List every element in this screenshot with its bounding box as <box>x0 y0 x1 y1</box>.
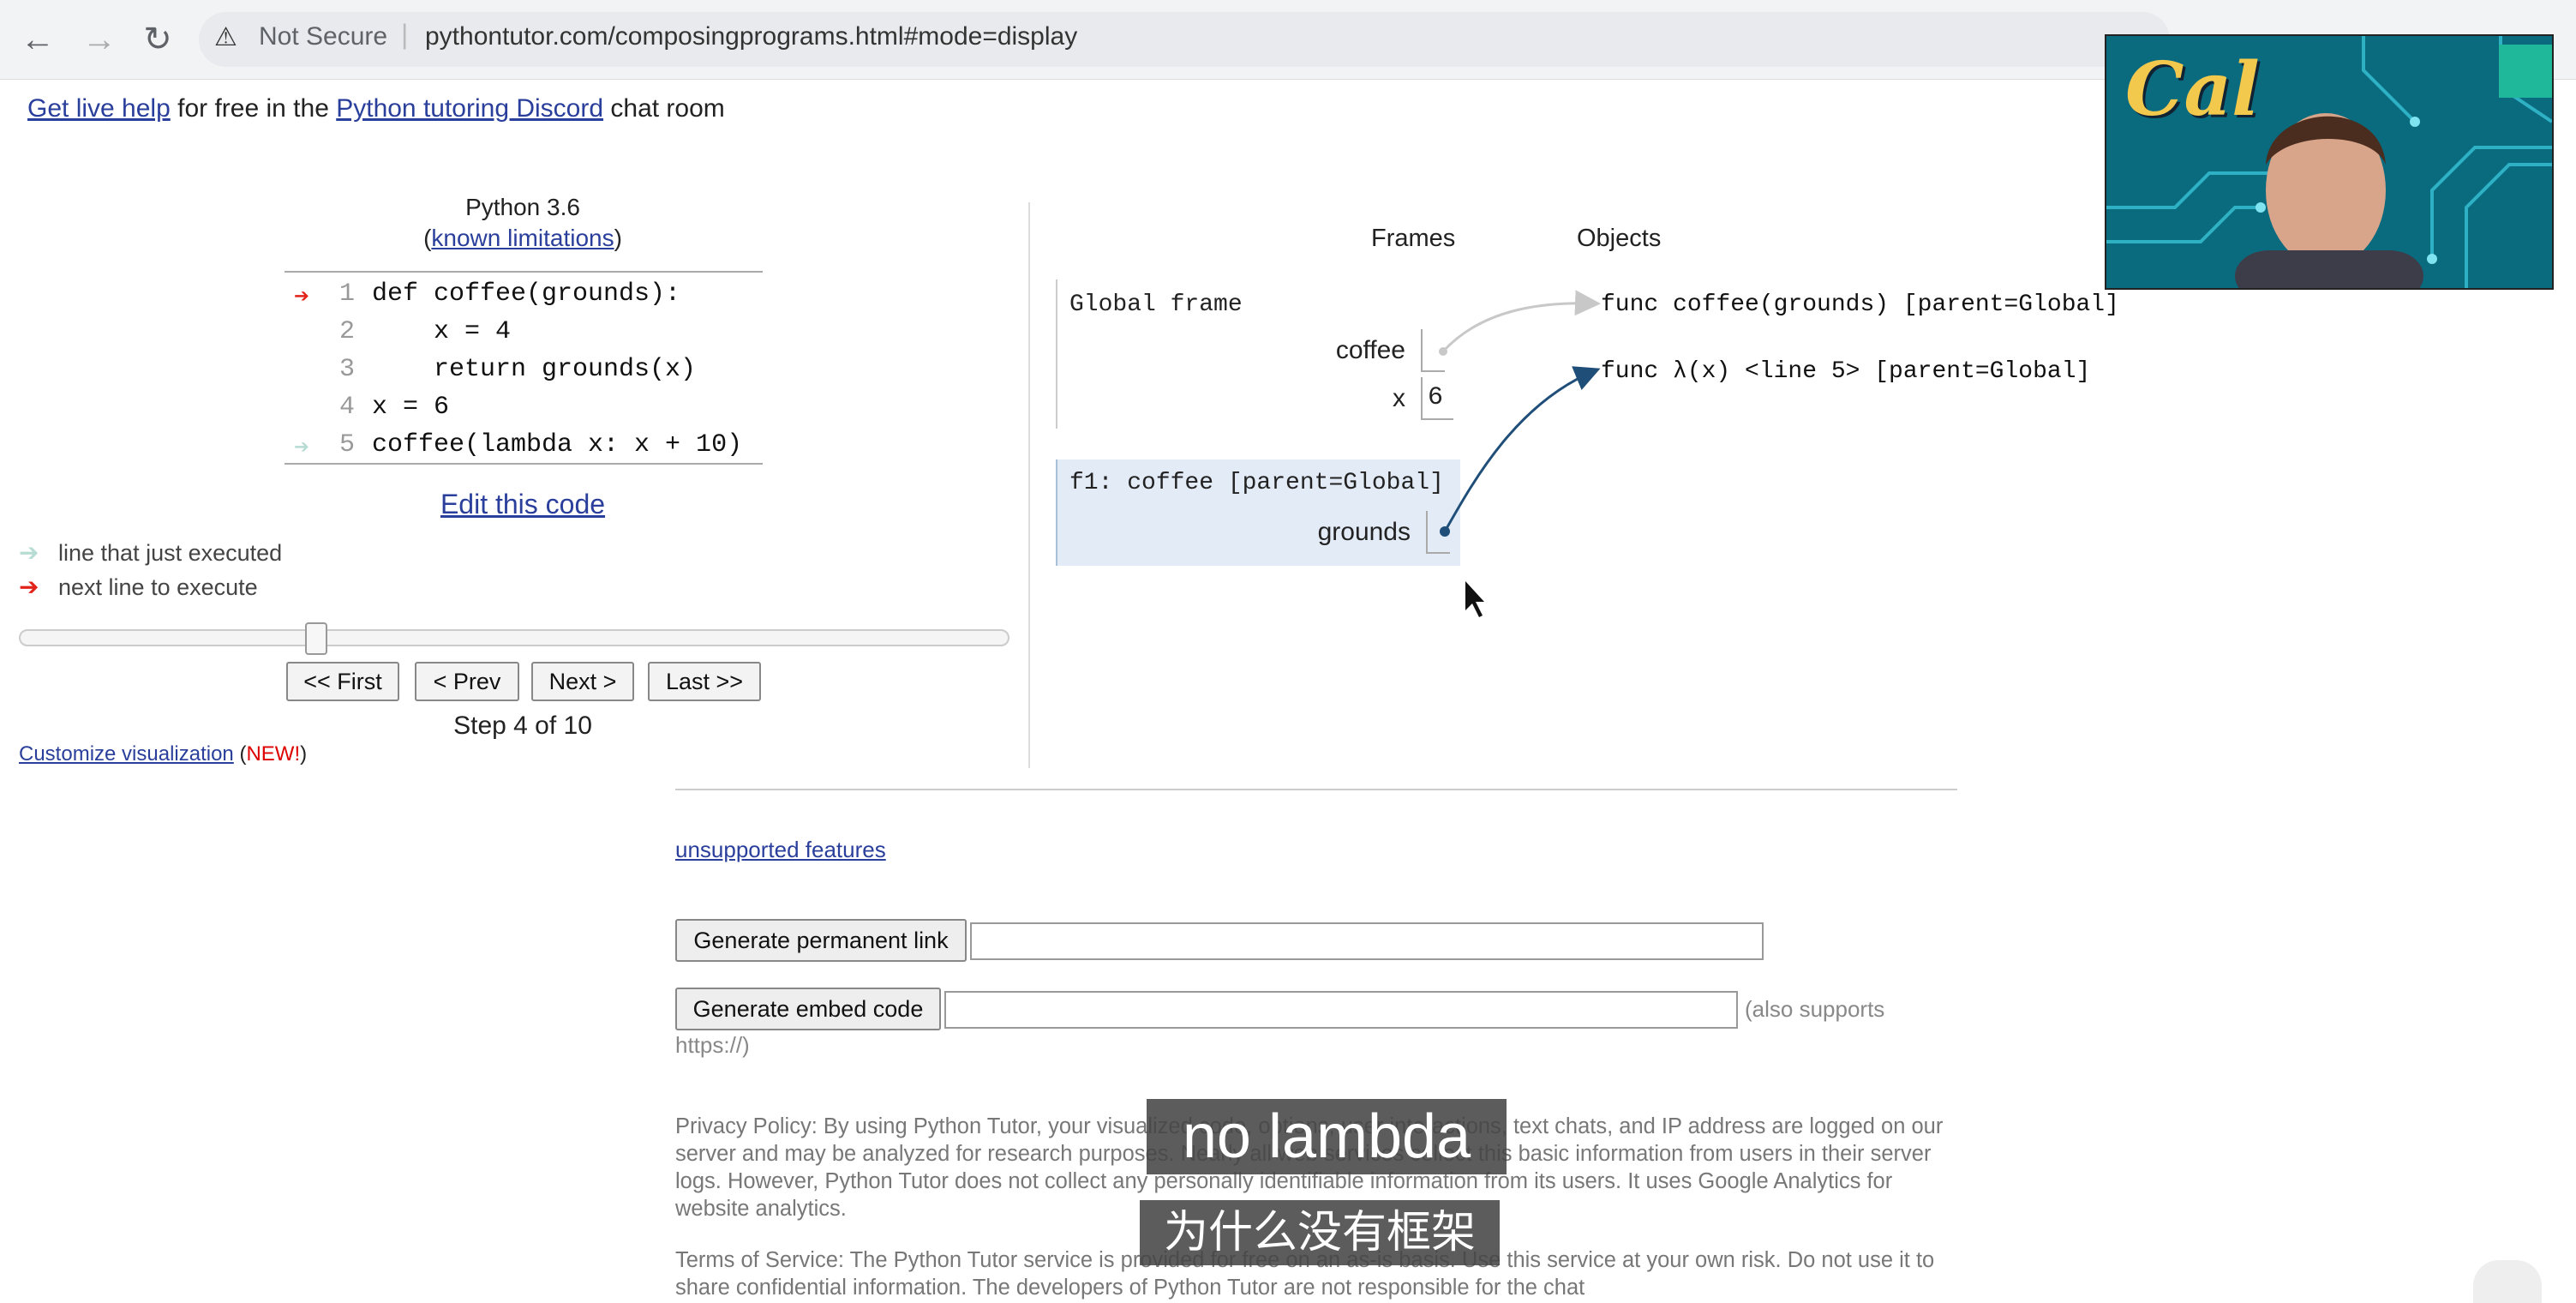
object-func-coffee: func coffee(grounds) [parent=Global] <box>1601 291 2119 318</box>
panel-divider <box>1028 202 1030 768</box>
frames-heading: Frames <box>1371 225 1456 252</box>
generate-permanent-link-button[interactable]: Generate permanent link <box>675 919 967 962</box>
section-divider <box>675 789 1957 790</box>
code-text: def coffee(grounds): <box>372 279 681 309</box>
code-text: x = 4 <box>372 317 512 346</box>
line-number: 2 <box>338 317 355 346</box>
var-name-x: x <box>1393 384 1405 412</box>
warning-icon: ⚠ <box>214 23 237 51</box>
prev-button[interactable]: < Prev <box>415 662 519 701</box>
generate-embed-code-button[interactable]: Generate embed code <box>675 988 941 1030</box>
var-value-x: 6 <box>1421 377 1453 420</box>
object-func-lambda: func λ(x) <line 5> [parent=Global] <box>1601 358 2091 385</box>
arrow-grounds-to-lambda <box>1443 366 1601 532</box>
code-line: ➔ 1 def coffee(grounds): <box>285 279 764 317</box>
live-help-link[interactable]: Get live help <box>27 94 171 123</box>
reload-icon[interactable]: ↻ <box>134 15 182 63</box>
line-number: 3 <box>338 355 355 384</box>
subtitle-chinese: 为什么没有框架 <box>1140 1200 1500 1265</box>
new-badge: NEW! <box>246 742 301 766</box>
legend-executed-label: line that just executed <box>58 540 283 566</box>
paren-open: ( <box>423 225 432 251</box>
presenter-shirt <box>2235 250 2423 288</box>
customize-link[interactable]: Customize visualization <box>19 742 234 766</box>
back-icon[interactable]: ← <box>14 15 62 63</box>
url-separator: | <box>401 19 409 50</box>
edit-code-link-wrap: Edit this code <box>411 489 634 520</box>
arrow-coffee-to-func <box>1441 290 1601 353</box>
line-number: 1 <box>338 279 355 309</box>
code-line: 3 return grounds(x) <box>285 355 764 393</box>
subtitle-english: no lambda <box>1147 1099 1507 1174</box>
legend-executed: ➔ line that just executed <box>19 538 282 567</box>
security-label: Not Secure <box>259 22 388 51</box>
code-text: x = 6 <box>372 393 450 422</box>
known-limitations-link[interactable]: known limitations <box>431 225 614 251</box>
python-version: Python 3.6 <box>465 194 580 220</box>
mouse-cursor-icon <box>1465 581 1484 617</box>
https-text: https://) <box>675 1032 750 1058</box>
player-corner-icon[interactable] <box>2473 1260 2542 1303</box>
embed-code-input[interactable] <box>944 991 1738 1029</box>
step-slider-handle[interactable] <box>305 622 327 655</box>
code-text: return grounds(x) <box>372 355 697 384</box>
var-name-grounds: grounds <box>1317 518 1411 546</box>
forward-icon[interactable]: → <box>75 15 123 63</box>
legend-next: ➔ next line to execute <box>19 573 258 601</box>
code-line: 2 x = 4 <box>285 317 764 355</box>
help-banner: Get live help for free in the Python tut… <box>27 94 725 123</box>
code-line: 4 x = 6 <box>285 393 764 430</box>
code-text: coffee(lambda x: x + 10) <box>372 430 743 459</box>
red-arrow-icon: ➔ <box>19 573 39 600</box>
discord-link[interactable]: Python tutoring Discord <box>336 94 603 123</box>
global-frame-title: Global frame <box>1069 291 1243 318</box>
paren-close: ) <box>614 225 622 251</box>
line-number: 4 <box>338 393 355 422</box>
limitations-line: (known limitations) <box>377 225 668 252</box>
url-text[interactable]: pythontutor.com/composingprograms.html#m… <box>425 22 1077 51</box>
customize-line: Customize visualization (NEW!) <box>19 742 307 766</box>
permanent-link-input[interactable] <box>970 922 1764 960</box>
step-counter: Step 4 of 10 <box>453 712 592 740</box>
var-name-coffee: coffee <box>1335 336 1405 364</box>
red-arrow-icon: ➔ <box>293 284 310 313</box>
for-free-text: for free in the <box>177 94 329 123</box>
teal-square <box>2499 45 2552 98</box>
objects-heading: Objects <box>1577 225 1662 252</box>
paren-close: ) <box>300 742 308 766</box>
first-button[interactable]: << First <box>286 662 399 701</box>
green-arrow-icon: ➔ <box>19 539 39 566</box>
legend-next-label: next line to execute <box>58 574 258 600</box>
also-supports-text: (also supports <box>1745 996 1885 1022</box>
cal-logo: Cal <box>2125 46 2260 133</box>
line-number: 5 <box>338 430 355 459</box>
code-divider-top <box>285 271 763 273</box>
last-button[interactable]: Last >> <box>648 662 761 701</box>
edit-code-link[interactable]: Edit this code <box>440 489 605 519</box>
step-slider-track[interactable] <box>19 629 1009 646</box>
green-arrow-icon: ➔ <box>293 435 310 464</box>
var-value-grounds <box>1426 511 1450 554</box>
chat-room-text: chat room <box>610 94 725 123</box>
code-divider-bottom <box>285 463 763 465</box>
f1-frame-title: f1: coffee [parent=Global] <box>1069 470 1444 496</box>
webcam-overlay: Cal <box>2105 34 2554 290</box>
var-value-coffee <box>1421 329 1445 372</box>
next-button[interactable]: Next > <box>531 662 634 701</box>
unsupported-features-link[interactable]: unsupported features <box>675 837 886 863</box>
